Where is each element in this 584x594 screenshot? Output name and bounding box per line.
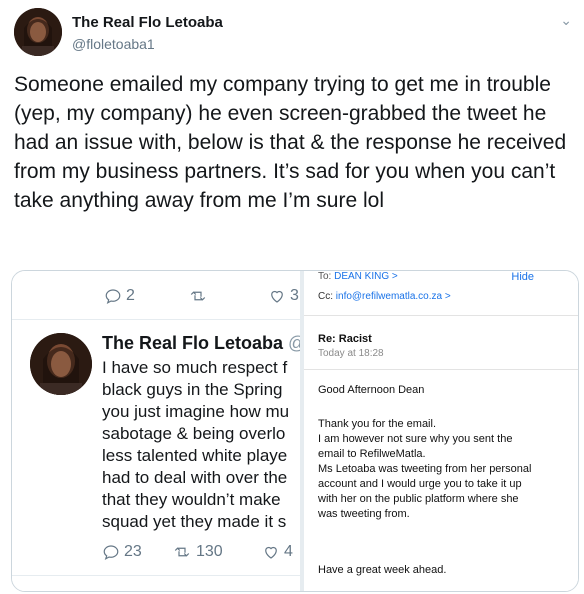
inner-handle: @ [288,333,300,353]
mail-body-line: Ms Letoaba was tweeting from her persona… [318,463,532,475]
author-name[interactable]: The Real Flo Letoaba [72,14,223,31]
inner-avatar[interactable] [30,333,92,395]
inner-name-text: The Real Flo Letoaba [102,333,284,353]
inner-line: you just imagine how mu [102,402,290,421]
divider [304,315,578,316]
tweet-header: The Real Flo Letoaba @floletoaba1 ⌄ [14,8,574,60]
tweet-text: Someone emailed my company trying to get… [14,73,567,212]
retweet-action[interactable]: 130 [172,543,223,561]
tweet-media[interactable]: 2 3 The Real Flo Letoaba @ [11,270,579,592]
retweet-action[interactable] [188,287,208,305]
mail-body-line: was tweeting from. [318,508,410,520]
mail-body-line: email to RefilweMatla. [318,448,426,460]
like-count: 3 [290,287,299,304]
profile-photo-icon [30,333,92,395]
chevron-down-icon[interactable]: ⌄ [560,12,572,29]
like-action[interactable]: 4 [262,543,293,561]
cc-label: Cc: [318,291,333,302]
reply-icon [103,545,119,560]
top-action-row: 2 3 [12,283,300,313]
mail-body-line: Thank you for the email. [318,418,437,430]
inner-line: had to deal with over the [102,468,288,487]
retweet-count: 130 [196,543,223,560]
bottom-action-row: 23 130 4 [12,539,300,569]
divider [304,369,578,370]
heart-icon [265,546,277,559]
to-label: To: [318,271,332,282]
reply-count: 2 [126,287,135,304]
mail-body-line: account and I would urge you to take it … [318,478,522,490]
mail-body-line: with her on the public platform where sh… [318,493,519,505]
divider [12,575,300,576]
mail-cc-row: Cc: info@refilwematla.co.za > [318,291,451,302]
to-value[interactable]: DEAN KING > [334,271,398,282]
mail-to-row: To: DEAN KING > [318,271,398,282]
like-count: 4 [284,543,293,560]
mail-time: Today at 18:28 [318,348,384,359]
left-screenshot[interactable]: 2 3 The Real Flo Letoaba @ [12,271,300,591]
divider [12,319,300,320]
inner-author-name: The Real Flo Letoaba @ [102,333,300,354]
retweet-icon [190,291,206,301]
inner-tweet-text: I have so much respect f black guys in t… [102,357,300,533]
heart-icon [271,290,283,303]
inner-line: that they wouldn’t make [102,490,281,509]
inner-line: black guys in the Spring [102,380,283,399]
reply-action[interactable]: 2 [104,287,135,305]
inner-line: less talented white playe [102,446,288,465]
hide-link[interactable]: Hide [511,271,534,283]
reply-count: 23 [124,543,142,560]
reply-action[interactable]: 23 [102,543,142,561]
profile-photo-icon [14,8,62,56]
author-handle[interactable]: @floletoaba1 [72,36,155,52]
inner-line: squad yet they made it s [102,512,287,531]
inner-line: I have so much respect f [102,358,288,377]
mail-body-line: I am however not sure why you sent the [318,433,513,445]
avatar[interactable] [14,8,62,56]
reply-icon [105,289,121,304]
retweet-icon [174,547,190,557]
mail-subject: Re: Racist [318,333,372,345]
mail-greeting: Good Afternoon Dean [318,384,425,396]
cc-value[interactable]: info@refilwematla.co.za > [336,291,451,302]
inner-line: sabotage & being overlo [102,424,286,443]
like-action[interactable]: 3 [268,287,299,305]
mail-closing: Have a great week ahead. [318,564,447,576]
right-screenshot[interactable]: To: DEAN KING > Hide Cc: info@refilwemat… [304,271,578,591]
mail-body: Thank you for the email. I am however no… [318,417,568,522]
